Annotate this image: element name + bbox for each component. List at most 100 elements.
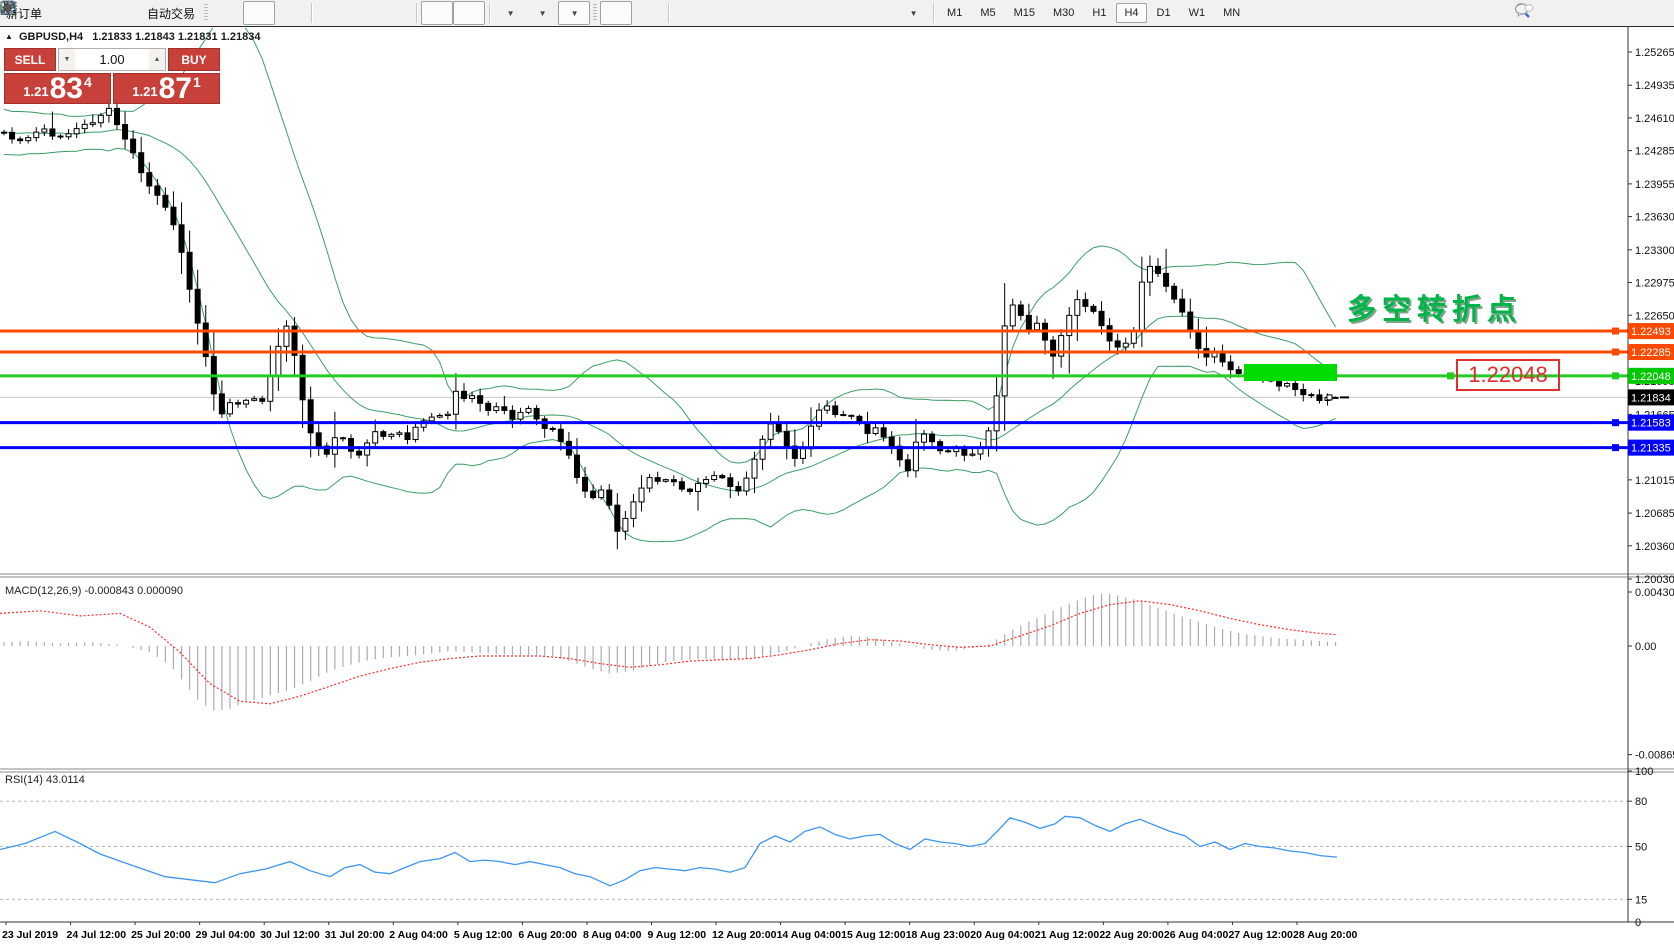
sell-button[interactable]: SELL — [4, 48, 56, 71]
bollinger-layer — [4, 27, 1336, 542]
timeframe-h4[interactable]: H4 — [1116, 3, 1146, 23]
template-button[interactable]: ▼ — [558, 1, 590, 25]
chart-shift-button[interactable] — [453, 1, 485, 25]
candle-body — [1317, 395, 1322, 401]
text-button[interactable]: A — [833, 1, 865, 25]
timeframe-w1[interactable]: W1 — [1181, 3, 1214, 23]
candle-body — [1333, 397, 1338, 398]
timeframe-m15[interactable]: M15 — [1006, 3, 1043, 23]
candle-body — [373, 432, 378, 443]
candle-body — [1309, 395, 1314, 396]
trendline-button[interactable] — [737, 1, 769, 25]
indicators-button[interactable]: ▼ — [494, 1, 526, 25]
zoom-out-button[interactable] — [348, 1, 380, 25]
volume-increase-button[interactable]: ▲ — [149, 49, 165, 70]
candle-body — [26, 138, 31, 141]
timeframe-mn[interactable]: MN — [1215, 3, 1248, 23]
price-axis-badge-label: 1.21335 — [1631, 443, 1671, 455]
horizontal-line-button[interactable] — [705, 1, 737, 25]
crosshair-button[interactable] — [632, 1, 664, 25]
candle-body — [558, 429, 563, 441]
metaquotes-button[interactable] — [48, 1, 80, 25]
time-axis-label: 30 Jul 12:00 — [260, 929, 320, 941]
candle-body — [647, 478, 652, 488]
signals-button[interactable] — [112, 1, 144, 25]
candle-body — [631, 502, 636, 518]
time-axis-label: 29 Jul 04:00 — [196, 929, 256, 941]
candle-body — [534, 408, 539, 419]
zoom-in-button[interactable] — [316, 1, 348, 25]
chart-area[interactable]: 1.252651.249351.246101.242851.239551.236… — [0, 27, 1674, 950]
tile-windows-button[interactable] — [380, 1, 412, 25]
fibonacci-button[interactable]: F — [801, 1, 833, 25]
candle-body — [687, 489, 692, 491]
candle-body — [704, 480, 709, 484]
candle-body — [655, 478, 660, 482]
candle-chart-button[interactable] — [243, 1, 275, 25]
cursor-button[interactable] — [600, 1, 632, 25]
auto-scroll-button[interactable] — [421, 1, 453, 25]
turning-point-annotation[interactable]: 多空转折点 — [1347, 286, 1522, 328]
candle-body — [1228, 362, 1233, 370]
ohlc-values: 1.21833 1.21843 1.21831 1.21834 — [92, 31, 260, 43]
candle-body — [1277, 381, 1282, 386]
time-axis-label: 14 Aug 04:00 — [777, 929, 842, 941]
sell-price-big: 83 — [50, 76, 83, 102]
timeframe-m30[interactable]: M30 — [1045, 3, 1082, 23]
candle-body — [744, 478, 749, 491]
candle-body — [728, 478, 733, 487]
candle-body — [389, 434, 394, 436]
candle-body — [195, 289, 200, 323]
timeframe-d1[interactable]: D1 — [1149, 3, 1179, 23]
arrows-button[interactable]: ▼ — [897, 1, 929, 25]
price-callout-box[interactable]: 1.22048 — [1456, 359, 1560, 391]
candle-body — [889, 437, 894, 446]
candle-body — [1285, 383, 1290, 386]
autotrading-button[interactable]: 自动交易 — [144, 1, 201, 25]
candle-body — [300, 355, 305, 399]
timeframe-h1[interactable]: H1 — [1084, 3, 1114, 23]
collapse-arrow-icon[interactable]: ▲ — [5, 32, 13, 41]
candle-body — [881, 428, 886, 437]
candle-body — [1123, 343, 1128, 347]
text-label-button[interactable]: T — [865, 1, 897, 25]
rsi-axis-label: 80 — [1635, 796, 1647, 808]
line-chart-button[interactable] — [275, 1, 307, 25]
toolbar-separator — [933, 3, 934, 23]
rsi-axis-label: 15 — [1635, 894, 1647, 906]
symbol-label: GBPUSD,H4 — [19, 31, 83, 43]
equidistant-channel-button[interactable]: E — [769, 1, 801, 25]
chat-button[interactable] — [1554, 2, 1586, 26]
line-anchor-marker — [1612, 444, 1619, 451]
chart-canvas[interactable]: 1.252651.249351.246101.242851.239551.236… — [0, 27, 1674, 950]
time-axis-label: 28 Aug 20:00 — [1293, 929, 1358, 941]
buy-button[interactable]: BUY — [168, 48, 220, 71]
periods-button[interactable]: ▼ — [526, 1, 558, 25]
bar-chart-button[interactable] — [211, 1, 243, 25]
candle-body — [510, 410, 515, 419]
candle-body — [970, 454, 975, 455]
green-highlight-rect — [1244, 364, 1337, 381]
time-axis-label: 26 Aug 04:00 — [1164, 929, 1229, 941]
candle-body — [179, 225, 184, 253]
sell-price-box[interactable]: 1.21 83 4 — [4, 73, 111, 104]
price-axis-badge-label: 1.21583 — [1631, 418, 1671, 430]
buy-price-box[interactable]: 1.21 87 1 — [113, 73, 220, 104]
candle-body — [994, 396, 999, 431]
volume-value[interactable]: 1.00 — [75, 49, 149, 70]
candle-body — [34, 132, 39, 137]
candle-body — [316, 433, 321, 446]
timeframe-m5[interactable]: M5 — [972, 3, 1003, 23]
macd-label: MACD(12,26,9) -0.000843 0.000090 — [5, 585, 183, 597]
candle-body — [1172, 286, 1177, 299]
candle-body — [90, 123, 95, 125]
candle-body — [873, 428, 878, 434]
vertical-line-button[interactable] — [673, 1, 705, 25]
timeframe-m1[interactable]: M1 — [939, 3, 970, 23]
candle-body — [986, 431, 991, 448]
volume-decrease-button[interactable]: ▼ — [59, 49, 75, 70]
community-button[interactable] — [80, 1, 112, 25]
candle-body — [1188, 312, 1193, 331]
candle-body — [1196, 331, 1201, 349]
price-axis-label: 1.25265 — [1635, 47, 1674, 59]
